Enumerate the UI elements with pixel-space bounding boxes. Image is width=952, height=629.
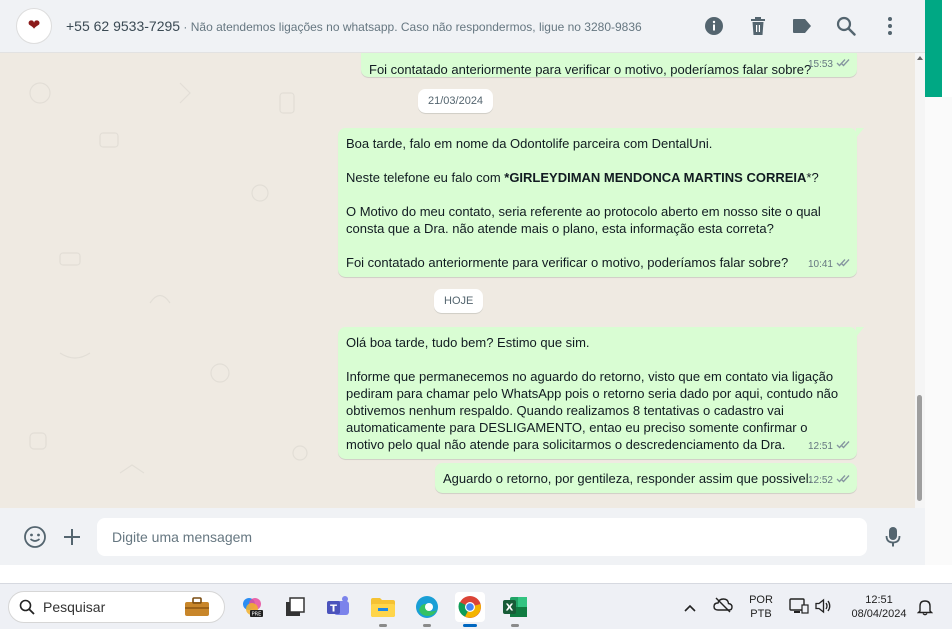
chrome-icon[interactable] [455, 592, 485, 627]
date-separator: 21/03/2024 [418, 89, 494, 113]
message-text: Foi contatado anteriormente para verific… [369, 62, 812, 77]
running-indicator [423, 624, 431, 627]
message-time: 15:53 [807, 59, 833, 70]
label-icon[interactable] [791, 15, 813, 37]
read-receipt-icon [836, 56, 850, 73]
search-icon[interactable] [835, 15, 857, 37]
contact-phone: +55 62 9533-7295 [66, 18, 181, 34]
message-text: Olá boa tarde, tudo bem? Estimo que sim. [346, 335, 590, 350]
message-text: O Motivo do meu contato, seria referente… [346, 204, 821, 236]
taskbar-search[interactable]: Pesquisar [8, 591, 225, 623]
read-receipt-icon [836, 472, 850, 489]
search-label: Pesquisar [43, 599, 106, 615]
message-text: Aguardo o retorno, por gentileza, respon… [443, 471, 813, 486]
svg-text:PRE: PRE [252, 612, 262, 618]
message-time: 10:41 [807, 259, 833, 270]
svg-text:T: T [330, 604, 337, 615]
outgoing-message[interactable]: Boa tarde, falo em nome da Odontolife pa… [338, 128, 864, 277]
message-text: Neste telefone eu falo com *GIRLEYDIMAN … [346, 170, 819, 185]
running-indicator [379, 624, 387, 627]
excel-icon[interactable]: X [500, 592, 530, 627]
clock-time: 12:51 [865, 594, 893, 606]
briefcase-icon [184, 597, 210, 617]
read-receipt-icon [836, 256, 850, 273]
window-accent-bar [925, 0, 942, 97]
message-input[interactable] [97, 518, 867, 556]
keyboard-layout: PTB [750, 608, 772, 620]
chat-header: ❤ +55 62 9533-7295 · Não atendemos ligaç… [0, 0, 925, 53]
active-indicator [463, 624, 477, 627]
trash-icon[interactable] [747, 15, 769, 37]
volume-icon[interactable] [814, 597, 832, 620]
network-icon[interactable] [789, 597, 809, 620]
scrollbar-thumb[interactable] [917, 395, 922, 501]
input-language-indicator[interactable]: POR PTB [746, 593, 776, 621]
running-indicator [511, 624, 519, 627]
message-time: 12:52 [807, 475, 833, 486]
message-text: Foi contatado anteriormente para verific… [346, 255, 789, 270]
language-code: POR [749, 594, 773, 606]
copilot-icon[interactable]: PRE [237, 592, 267, 622]
message-text: Informe que permanecemos no aguardo do r… [346, 369, 839, 452]
clock-date: 08/04/2024 [851, 608, 907, 620]
windows-taskbar: Pesquisar PRE T X POR PTB 12:51 08/04/20… [0, 583, 952, 629]
teams-icon[interactable]: T [323, 592, 353, 622]
task-view-icon[interactable] [280, 592, 310, 622]
scroll-up-arrow-icon[interactable] [917, 56, 923, 60]
chat-messages-area[interactable]: Foi contatado anteriormente para verific… [0, 53, 915, 508]
outgoing-message[interactable]: Olá boa tarde, tudo bem? Estimo que sim.… [338, 327, 864, 459]
search-icon [19, 599, 35, 615]
cloud-offline-icon[interactable] [713, 597, 733, 618]
contact-avatar[interactable]: ❤ [16, 8, 52, 44]
date-separator: HOJE [434, 289, 484, 313]
microphone-icon[interactable] [880, 524, 906, 550]
bubble-tail [856, 327, 864, 337]
outgoing-message[interactable]: Aguardo o retorno, por gentileza, respon… [435, 463, 857, 493]
clock[interactable]: 12:51 08/04/2024 [846, 593, 912, 621]
contact-info[interactable]: +55 62 9533-7295 · Não atendemos ligaçõe… [66, 18, 642, 34]
attach-plus-icon[interactable] [59, 524, 85, 550]
contact-subtitle: · Não atendemos ligações no whatsapp. Ca… [180, 20, 642, 34]
message-composer [0, 508, 925, 565]
message-text: Boa tarde, falo em nome da Odontolife pa… [346, 136, 713, 151]
svg-text:X: X [506, 603, 514, 614]
info-icon[interactable] [703, 15, 725, 37]
file-explorer-icon[interactable] [368, 592, 398, 627]
window-bottom-gap [0, 565, 952, 583]
emoji-icon[interactable] [22, 524, 48, 550]
notification-bell-icon[interactable] [916, 598, 934, 621]
read-receipt-icon [836, 438, 850, 455]
outgoing-message[interactable]: Foi contatado anteriormente para verific… [361, 53, 857, 77]
window-edge [925, 97, 952, 582]
clinic-logo-icon: ❤ [27, 17, 41, 34]
message-time: 12:51 [807, 441, 833, 452]
chevron-up-icon[interactable] [683, 600, 697, 618]
bubble-tail [856, 128, 864, 138]
edge-icon[interactable] [412, 592, 442, 627]
chat-scrollbar[interactable] [915, 53, 925, 508]
menu-icon[interactable] [879, 15, 901, 37]
